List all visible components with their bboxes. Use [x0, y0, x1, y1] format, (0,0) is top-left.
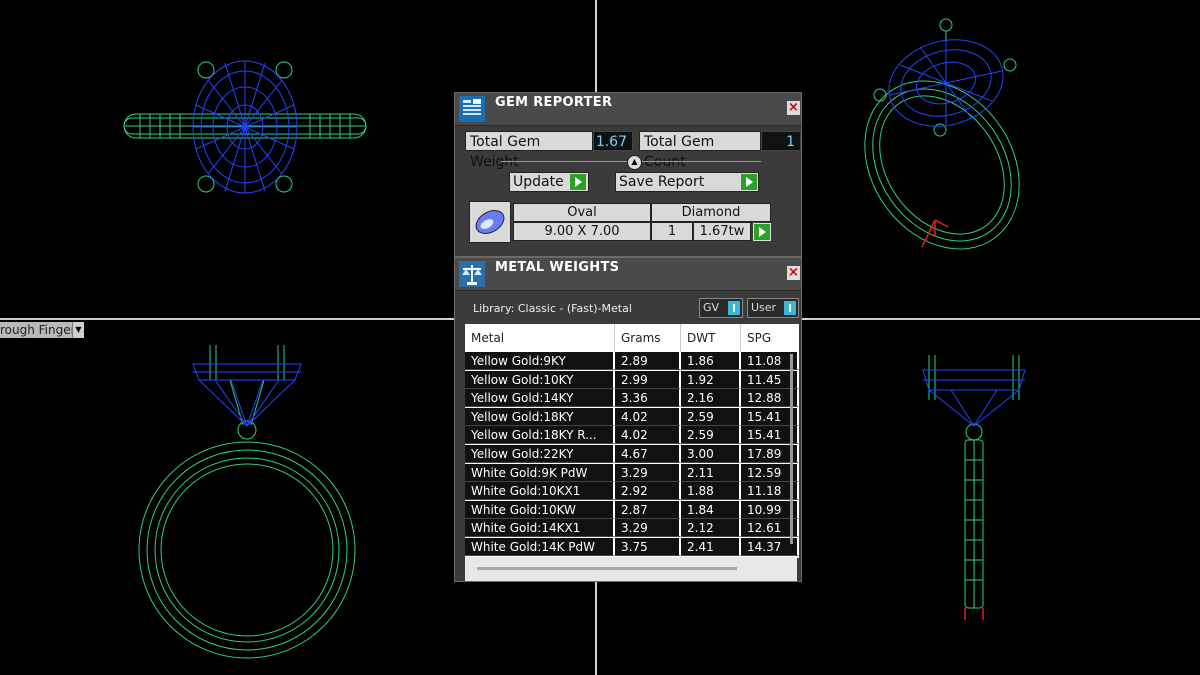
perspective-view-ring-wireframe[interactable]: [850, 15, 1040, 255]
table-cell-dwt: 2.12: [681, 519, 741, 538]
table-cell-dwt: 2.16: [681, 389, 741, 408]
library-label: Library: Classic - (Fast)-Metal: [473, 302, 632, 315]
metal-weights-title: METAL WEIGHTS: [495, 260, 620, 275]
table-cell-grams: 3.29: [615, 519, 681, 538]
table-row[interactable]: Yellow Gold:9KY 2.89 1.86 11.08: [465, 352, 799, 370]
gem-weight-cell: 1.67tw: [693, 222, 751, 241]
viewport-mode-label: rough Finger: [0, 322, 80, 338]
column-header-metal[interactable]: Metal: [465, 324, 615, 352]
gem-size-cell: 9.00 X 7.00: [513, 222, 651, 241]
gv-toggle-icon: [728, 301, 740, 315]
metal-weights-panel: METAL WEIGHTS × Library: Classic - (Fast…: [454, 257, 802, 582]
save-report-go-icon[interactable]: [740, 173, 758, 191]
table-cell-grams: 2.87: [615, 500, 681, 519]
user-toggle-icon: [784, 301, 796, 315]
table-cell-metal: Yellow Gold:10KY: [465, 370, 615, 389]
total-gem-count-label: Total Gem Count: [639, 131, 761, 170]
table-cell-grams: 4.02: [615, 426, 681, 445]
table-cell-metal: Yellow Gold:14KY: [465, 389, 615, 408]
user-toggle[interactable]: User: [747, 298, 799, 318]
gem-row-go-icon[interactable]: [753, 223, 771, 241]
viewport-mode-dropdown-icon[interactable]: ▼: [72, 322, 84, 338]
horizontal-scrollbar[interactable]: [477, 567, 737, 570]
gem-reporter-close-icon[interactable]: ×: [787, 101, 800, 115]
side-view-ring-wireframe[interactable]: [915, 350, 1035, 625]
table-cell-dwt: 1.86: [681, 352, 741, 370]
table-cell-grams: 2.99: [615, 370, 681, 389]
table-row[interactable]: Yellow Gold:10KY 2.99 1.92 11.45: [465, 370, 799, 389]
table-row[interactable]: White Gold:14K PdW 3.75 2.41 14.37: [465, 538, 799, 556]
total-gem-weight-label: Total Gem Weight: [465, 131, 593, 170]
table-cell-dwt: 2.59: [681, 426, 741, 445]
column-header-dwt[interactable]: DWT: [681, 324, 741, 352]
table-cell-dwt: 1.84: [681, 500, 741, 519]
table-cell-dwt: 2.59: [681, 407, 741, 426]
table-cell-grams: 2.89: [615, 352, 681, 370]
table-cell-grams: 2.92: [615, 482, 681, 501]
table-cell-dwt: 1.92: [681, 370, 741, 389]
total-gem-count-value: 1: [761, 131, 801, 151]
table-cell-metal: Yellow Gold:22KY: [465, 445, 615, 463]
table-cell-dwt: 2.11: [681, 463, 741, 482]
gem-reporter-panel: GEM REPORTER × Total Gem Weight 1.67 Tot…: [454, 92, 802, 257]
table-cell-metal: White Gold:14K PdW: [465, 538, 615, 556]
gem-count-cell: 1: [651, 222, 693, 241]
table-cell-metal: Yellow Gold:9KY: [465, 352, 615, 370]
user-toggle-label: User: [751, 301, 777, 314]
total-gem-weight-value: 1.67: [593, 131, 633, 151]
scale-icon: [459, 261, 485, 287]
gem-list-row[interactable]: Oval Diamond 9.00 X 7.00 1 1.67tw: [469, 201, 797, 243]
gem-reporter-icon: [459, 96, 485, 122]
table-row[interactable]: White Gold:14KX1 3.29 2.12 12.61: [465, 519, 799, 538]
table-row[interactable]: Yellow Gold:14KY 3.36 2.16 12.88: [465, 389, 799, 408]
table-row[interactable]: Yellow Gold:18KY 4.02 2.59 15.41: [465, 407, 799, 426]
table-row[interactable]: White Gold:10KW 2.87 1.84 10.99: [465, 500, 799, 519]
table-row[interactable]: Yellow Gold:22KY 4.67 3.00 17.89: [465, 445, 799, 463]
table-cell-grams: 4.67: [615, 445, 681, 463]
table-cell-grams: 3.75: [615, 538, 681, 556]
update-go-icon[interactable]: [569, 173, 587, 191]
gem-reporter-title: GEM REPORTER: [495, 95, 613, 110]
table-cell-dwt: 2.41: [681, 538, 741, 556]
gem-shape-cell: Oval: [513, 203, 651, 222]
table-cell-grams: 3.36: [615, 389, 681, 408]
table-row[interactable]: White Gold:10KX1 2.92 1.88 11.18: [465, 482, 799, 501]
metal-weights-close-icon[interactable]: ×: [787, 266, 800, 280]
table-cell-metal: White Gold:9K PdW: [465, 463, 615, 482]
table-cell-grams: 4.02: [615, 407, 681, 426]
top-view-ring-wireframe[interactable]: [110, 50, 380, 200]
metal-weights-titlebar[interactable]: METAL WEIGHTS ×: [455, 258, 801, 291]
gv-toggle[interactable]: GV: [699, 298, 743, 318]
gem-slider-handle[interactable]: ▲: [627, 155, 642, 170]
save-report-button[interactable]: Save Report: [615, 172, 759, 192]
table-cell-metal: Yellow Gold:18KY R...: [465, 426, 615, 445]
table-row[interactable]: White Gold:9K PdW 3.29 2.11 12.59: [465, 463, 799, 482]
table-header: Metal Grams DWT SPG: [465, 324, 799, 352]
table-cell-metal: White Gold:10KW: [465, 500, 615, 519]
vertical-scrollbar[interactable]: [790, 354, 793, 544]
gv-toggle-label: GV: [703, 301, 720, 314]
table-cell-grams: 3.29: [615, 463, 681, 482]
gem-reporter-titlebar[interactable]: GEM REPORTER ×: [455, 93, 801, 126]
table-cell-dwt: 3.00: [681, 445, 741, 463]
table-cell-metal: White Gold:10KX1: [465, 482, 615, 501]
column-header-spg[interactable]: SPG: [741, 324, 799, 352]
metal-weights-table[interactable]: Metal Grams DWT SPG Yellow Gold:9KY 2.89 1…: [465, 324, 799, 558]
gem-type-cell: Diamond: [651, 203, 771, 222]
column-header-grams[interactable]: Grams: [615, 324, 681, 352]
oval-gem-thumbnail: [469, 201, 511, 243]
table-row[interactable]: Yellow Gold:18KY R... 4.02 2.59 15.41: [465, 426, 799, 445]
table-cell-dwt: 1.88: [681, 482, 741, 501]
table-cell-metal: White Gold:14KX1: [465, 519, 615, 538]
table-cell-metal: Yellow Gold:18KY: [465, 407, 615, 426]
front-view-ring-wireframe[interactable]: [125, 340, 370, 660]
oval-gem-icon: [475, 210, 505, 234]
